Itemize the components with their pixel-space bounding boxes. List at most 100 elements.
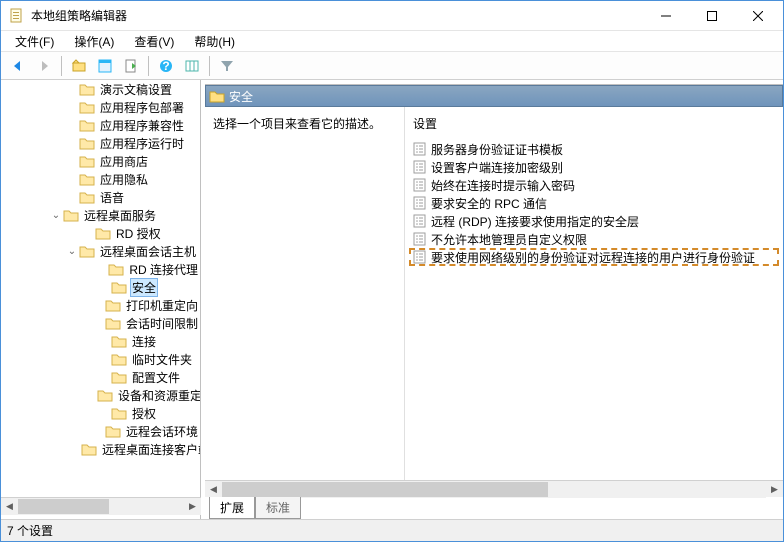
folder-icon <box>111 352 127 366</box>
toolbar-separator <box>61 56 62 76</box>
tree-item-label: 演示文稿设置 <box>98 81 174 98</box>
tree-item[interactable]: 应用程序包部署 <box>1 98 200 116</box>
tree-hscrollbar[interactable]: ◀ ▶ <box>1 497 201 514</box>
tree-item-label: 应用程序兼容性 <box>98 117 186 134</box>
tree-item-label: 远程会话环境 <box>124 423 200 440</box>
tree-item[interactable]: RD 连接代理 <box>1 260 200 278</box>
policy-icon <box>413 160 429 174</box>
tree-item[interactable]: 语音 <box>1 188 200 206</box>
tree-item[interactable]: ⌄ 远程桌面服务 <box>1 206 200 224</box>
tree-item[interactable]: 远程会话环境 <box>1 422 200 440</box>
menu-file[interactable]: 文件(F) <box>7 31 62 52</box>
tree-item-label: 连接 <box>130 333 158 350</box>
forward-button[interactable] <box>32 54 56 78</box>
tree-item-label: 设备和资源重定向 <box>116 387 200 404</box>
tool-options-button[interactable] <box>180 54 204 78</box>
settings-list: 设置 服务器身份验证证书模板设置客户端连接加密级别始终在连接时提示输入密码要求安… <box>405 107 783 480</box>
tree-scroll[interactable]: 演示文稿设置应用程序包部署应用程序兼容性应用程序运行时应用商店应用隐私语音⌄远程… <box>1 80 200 519</box>
tool-export-button[interactable] <box>119 54 143 78</box>
panel-description: 选择一个项目来查看它的描述。 <box>205 107 405 480</box>
maximize-button[interactable] <box>689 1 735 31</box>
scroll-right-icon[interactable]: ▶ <box>766 481 783 498</box>
menu-help[interactable]: 帮助(H) <box>186 31 243 52</box>
tree-item[interactable]: 临时文件夹 <box>1 350 200 368</box>
titlebar: 本地组策略编辑器 <box>1 1 783 31</box>
folder-icon <box>79 172 95 186</box>
tree-item[interactable]: 演示文稿设置 <box>1 80 200 98</box>
tree-pane: 演示文稿设置应用程序包部署应用程序兼容性应用程序运行时应用商店应用隐私语音⌄远程… <box>1 80 201 519</box>
setting-label: 要求安全的 RPC 通信 <box>431 195 547 212</box>
tree-item[interactable]: 配置文件 <box>1 368 200 386</box>
folder-icon <box>105 316 121 330</box>
svg-text:?: ? <box>162 59 169 73</box>
tree-item[interactable]: 打印机重定向 <box>1 296 200 314</box>
tree-item-label: 应用程序运行时 <box>98 135 186 152</box>
folder-icon <box>95 226 111 240</box>
tree-item[interactable]: 会话时间限制 <box>1 314 200 332</box>
tree-item[interactable]: 连接 <box>1 332 200 350</box>
tree-item-label: 远程桌面服务 <box>82 207 158 224</box>
setting-label: 不允许本地管理员自定义权限 <box>431 231 587 248</box>
tree-item[interactable]: 应用程序运行时 <box>1 134 200 152</box>
tree-item[interactable]: 应用程序兼容性 <box>1 116 200 134</box>
collapse-icon[interactable]: ⌄ <box>49 210 63 221</box>
close-button[interactable] <box>735 1 781 31</box>
policy-icon <box>413 214 429 228</box>
settings-column-header[interactable]: 设置 <box>409 115 779 132</box>
tree-item[interactable]: 应用商店 <box>1 152 200 170</box>
collapse-icon[interactable]: ⌄ <box>65 246 79 257</box>
statusbar: 7 个设置 <box>1 519 783 541</box>
setting-item[interactable]: 远程 (RDP) 连接要求使用指定的安全层 <box>409 212 779 230</box>
toolbar: ? <box>1 52 783 80</box>
tool-help-button[interactable]: ? <box>154 54 178 78</box>
folder-icon <box>79 244 95 258</box>
folder-icon <box>79 100 95 114</box>
folder-icon <box>209 89 225 103</box>
policy-icon <box>413 196 429 210</box>
scroll-left-icon[interactable]: ◀ <box>1 498 18 515</box>
tab-extended[interactable]: 扩展 <box>209 497 255 519</box>
tool-properties-button[interactable] <box>93 54 117 78</box>
folder-icon <box>63 208 79 222</box>
setting-label: 始终在连接时提示输入密码 <box>431 177 575 194</box>
setting-item[interactable]: 始终在连接时提示输入密码 <box>409 176 779 194</box>
tree-item[interactable]: 安全 <box>1 278 200 296</box>
folder-icon <box>111 370 127 384</box>
tree-item-label: 语音 <box>98 189 126 206</box>
setting-item[interactable]: 不允许本地管理员自定义权限 <box>409 230 779 248</box>
toolbar-separator <box>209 56 210 76</box>
tool-filter-button[interactable] <box>215 54 239 78</box>
tree-item[interactable]: RD 授权 <box>1 224 200 242</box>
setting-item[interactable]: 要求使用网络级别的身份验证对远程连接的用户进行身份验证 <box>409 248 779 266</box>
scroll-left-icon[interactable]: ◀ <box>205 481 222 498</box>
back-button[interactable] <box>6 54 30 78</box>
setting-item[interactable]: 要求安全的 RPC 通信 <box>409 194 779 212</box>
content-area: 演示文稿设置应用程序包部署应用程序兼容性应用程序运行时应用商店应用隐私语音⌄远程… <box>1 80 783 519</box>
tool-up-button[interactable] <box>67 54 91 78</box>
tabstrip: 扩展 标准 <box>205 497 783 519</box>
folder-icon <box>105 298 121 312</box>
folder-icon <box>108 262 124 276</box>
menu-action[interactable]: 操作(A) <box>66 31 122 52</box>
tree-item[interactable]: 应用隐私 <box>1 170 200 188</box>
panel-title: 安全 <box>229 88 253 105</box>
panel-hscrollbar[interactable]: ◀ ▶ <box>205 480 783 497</box>
folder-icon <box>111 334 127 348</box>
folder-icon <box>79 136 95 150</box>
setting-item[interactable]: 设置客户端连接加密级别 <box>409 158 779 176</box>
setting-item[interactable]: 服务器身份验证证书模板 <box>409 140 779 158</box>
tree-item-label: 临时文件夹 <box>130 351 194 368</box>
tree-item[interactable]: 远程桌面连接客户端 <box>1 440 200 458</box>
tree-item[interactable]: ⌄远程桌面会话主机 <box>1 242 200 260</box>
list-pane: 安全 选择一个项目来查看它的描述。 设置 服务器身份验证证书模板设置客户端连接加… <box>205 84 783 519</box>
window-title: 本地组策略编辑器 <box>31 7 643 24</box>
folder-icon <box>111 406 127 420</box>
tree-item[interactable]: 设备和资源重定向 <box>1 386 200 404</box>
scroll-right-icon[interactable]: ▶ <box>184 498 201 515</box>
tree-item[interactable]: 授权 <box>1 404 200 422</box>
menu-view[interactable]: 查看(V) <box>126 31 182 52</box>
minimize-button[interactable] <box>643 1 689 31</box>
folder-icon <box>111 280 127 294</box>
folder-icon <box>97 388 113 402</box>
tab-standard[interactable]: 标准 <box>255 497 301 519</box>
